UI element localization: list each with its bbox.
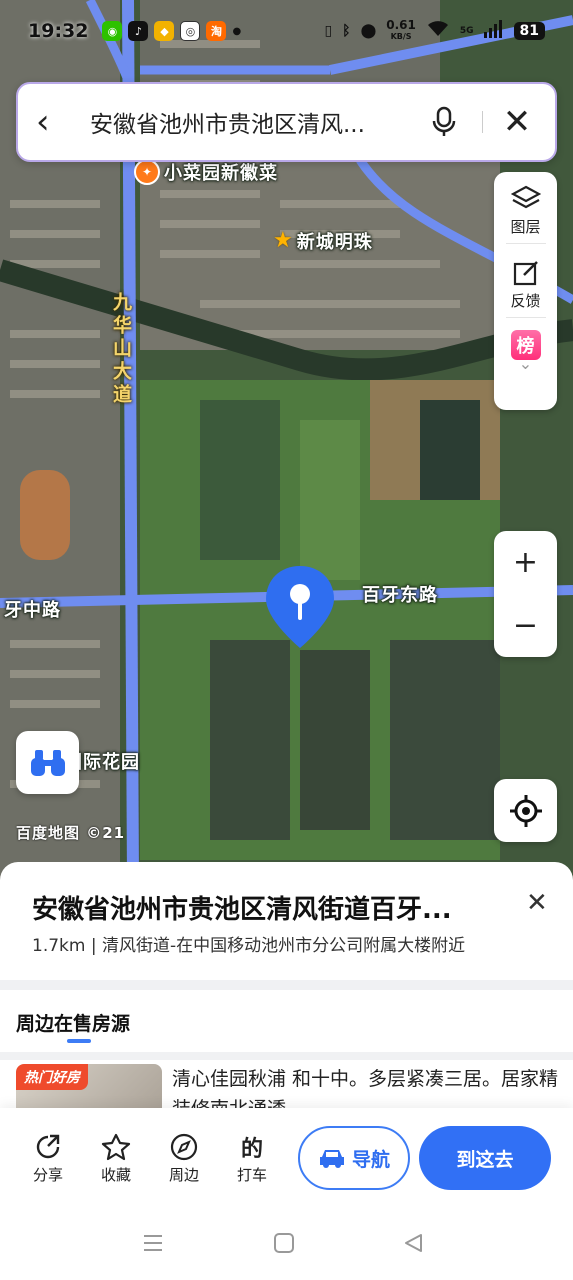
compass-icon [170,1130,198,1164]
poi-restaurant[interactable]: ✦ 小菜园新徽菜 [134,159,278,185]
edit-icon [512,256,540,290]
battery-indicator: 81 [513,22,545,40]
taxi-button[interactable]: 的 打车 [222,1130,282,1185]
navigate-button[interactable]: 导航 [298,1126,410,1190]
app-icon: ◎ [180,21,201,41]
zoom-in-button[interactable]: + [494,531,557,594]
back-icon[interactable] [402,1232,424,1258]
more-dot-icon: ● [232,25,242,37]
explore-button[interactable] [16,731,79,794]
star-outline-icon [101,1130,131,1164]
rank-button[interactable]: 榜 ⌄ [510,330,541,386]
share-button[interactable]: 分享 [18,1130,78,1185]
status-bar: 19:32 ◉ ♪ ◆ ◎ 淘 ● ▯ ᛒ ⬤ 0.61 KB/S 5G 81 [0,0,573,62]
close-icon[interactable]: ✕ [497,102,537,142]
go-here-button[interactable]: 到这去 [419,1126,551,1190]
close-sheet-icon[interactable]: ✕ [526,888,548,918]
system-nav-bar [0,1208,573,1280]
wechat-icon: ◉ [102,21,123,41]
nearby-section-title[interactable]: 周边在售房源 [16,1009,130,1036]
share-label: 分享 [32,1166,63,1184]
chevron-down-icon[interactable]: ⌄ [519,354,532,373]
menu-icon[interactable] [142,1232,164,1258]
search-bar[interactable]: ‹ 安徽省池州市贵池区清风... ✕ [16,82,557,162]
road-label-east: 百牙东路 [362,585,438,606]
crosshair-icon [509,794,542,827]
poi-restaurant-label: 小菜园新徽菜 [164,163,278,184]
car-icon [319,1150,344,1168]
locate-me-button[interactable] [494,779,557,842]
wifi-icon [426,20,450,42]
tool-separator [505,317,546,318]
map-watermark: 百度地图 ©21 [16,824,126,842]
notification-icons: ◉ ♪ ◆ ◎ 淘 ● [102,21,241,41]
hot-badge: 热门好房 [16,1064,88,1090]
signal-icon [483,20,504,42]
vibrate-icon: ▯ [324,23,333,39]
nearby-button[interactable]: 周边 [154,1130,214,1185]
favorite-label: 收藏 [100,1166,131,1184]
layers-label: 图层 [510,218,541,236]
tool-separator [505,243,546,244]
app-icon: ◆ [154,21,175,41]
restaurant-icon: ✦ [134,159,160,185]
layers-icon [510,182,541,216]
navigate-label: 导航 [351,1148,390,1171]
bluetooth-icon: ᛒ [342,23,351,39]
road-label-west: 牙中路 [4,600,61,621]
layers-button[interactable]: 图层 [505,182,546,256]
poi-estate[interactable]: ★ 新城明珠 [273,228,373,254]
section-divider [0,1052,573,1060]
search-divider [482,111,483,133]
taxi-icon: 的 [240,1137,263,1162]
section-underline [67,1039,91,1043]
net-speed-unit: KB/S [390,32,412,41]
section-divider [0,980,573,990]
place-title: 安徽省池州市贵池区清风街道百牙... [32,895,452,925]
status-time: 19:32 [28,20,89,42]
share-icon [34,1130,62,1164]
binoculars-icon [30,749,65,776]
back-arrow-icon[interactable]: ‹ [36,102,76,142]
nearby-label: 周边 [168,1166,199,1184]
map-tools-panel: 图层 反馈 榜 ⌄ [494,172,557,410]
road-label-jiuhuashan: 九华山大道 [110,292,132,407]
search-query[interactable]: 安徽省池州市贵池区清风... [76,105,420,139]
zoom-out-button[interactable]: − [494,594,557,657]
feedback-label: 反馈 [510,292,541,310]
poi-estate-label: 新城明珠 [296,232,373,253]
location-icon: ⬤ [360,23,377,39]
action-bar: 分享 收藏 周边 的 打车 导航 到这去 [0,1108,573,1208]
taobao-icon: 淘 [206,21,227,41]
net-speed-value: 0.61 [386,18,416,32]
net-speed: 0.61 KB/S [386,18,416,42]
microphone-icon[interactable] [420,106,468,138]
place-subtitle: 1.7km | 清风街道-在中国移动池州市分公司附属大楼附近 [32,936,466,956]
star-icon: ★ [273,228,293,253]
favorite-button[interactable]: 收藏 [86,1130,146,1185]
home-icon[interactable] [273,1232,295,1258]
tiktok-icon: ♪ [128,21,149,41]
location-pin-icon[interactable] [262,562,338,652]
signal-label: 5G [459,25,474,36]
taxi-label: 打车 [236,1166,267,1184]
zoom-controls: + − [494,531,557,657]
feedback-button[interactable]: 反馈 [505,256,546,330]
